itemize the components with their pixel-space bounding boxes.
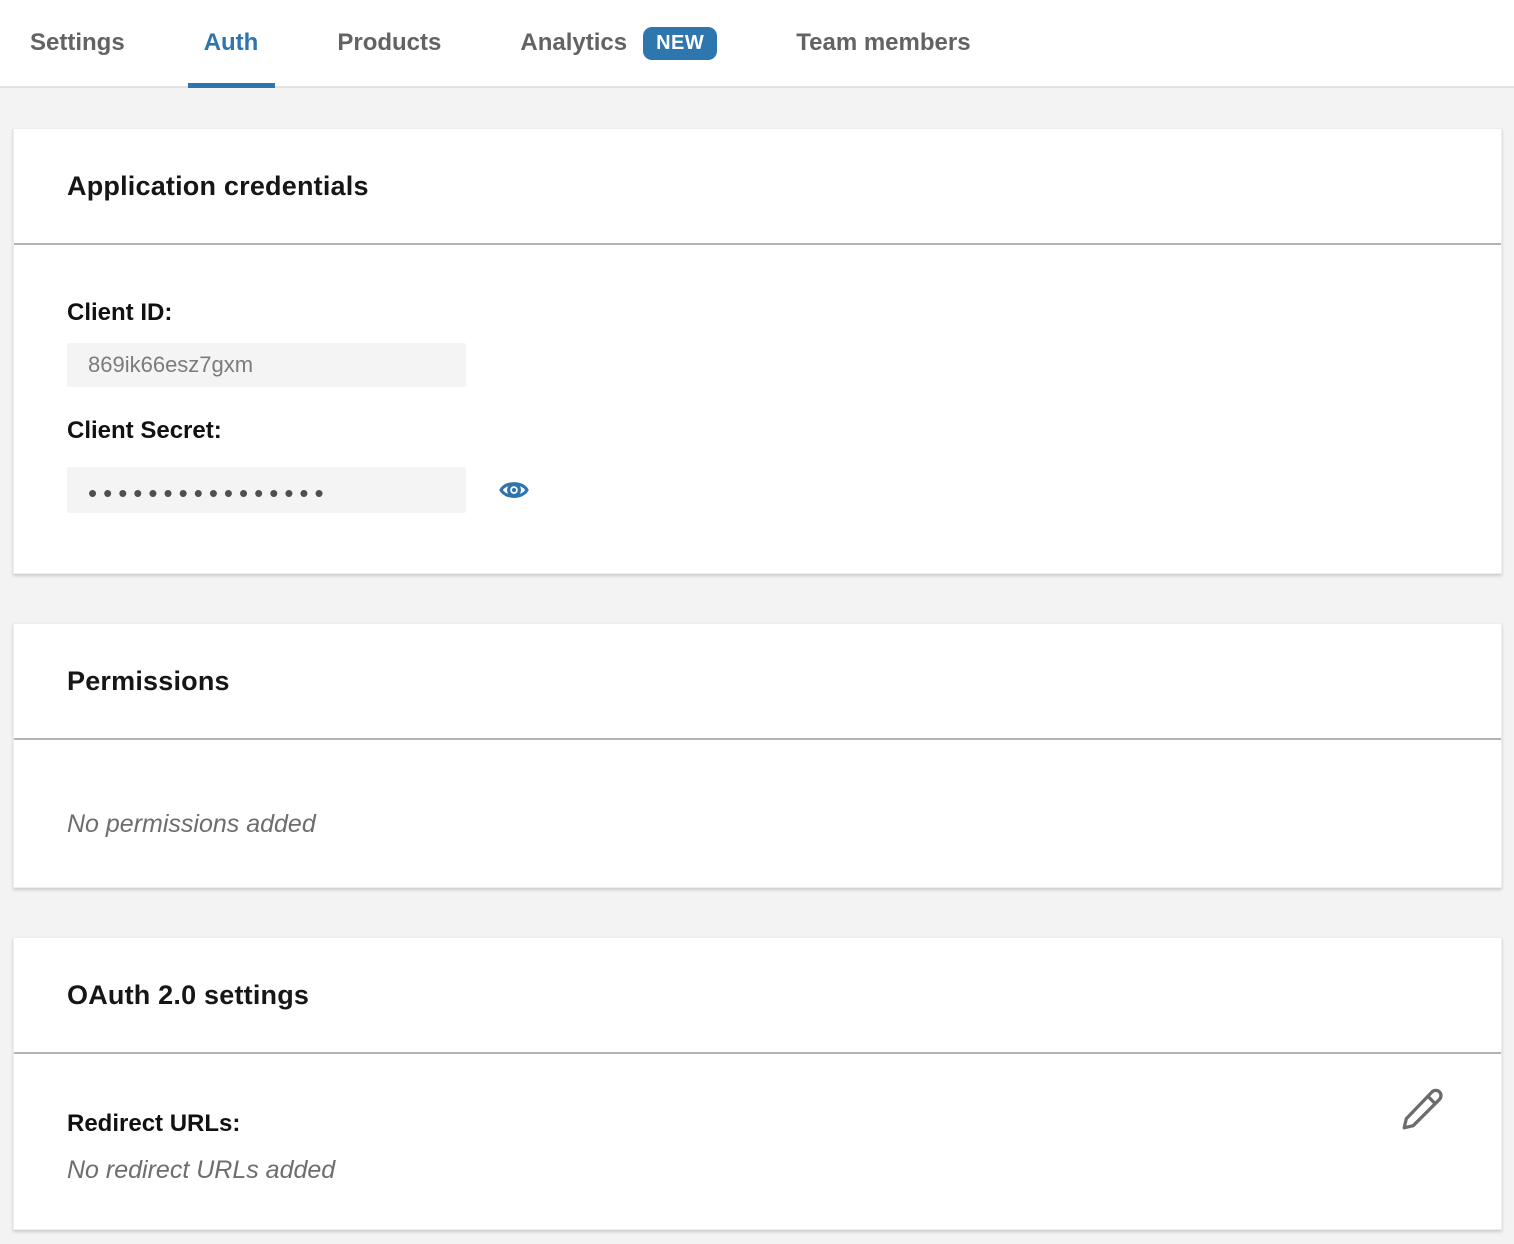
tab-auth[interactable]: Auth bbox=[204, 0, 259, 86]
client-id-label: Client ID: bbox=[67, 299, 1448, 327]
tab-products-label: Products bbox=[337, 29, 441, 57]
application-credentials-body: Client ID: 869ik66esz7gxm Client Secret:… bbox=[14, 245, 1501, 573]
tab-team-members[interactable]: Team members bbox=[796, 0, 970, 86]
tab-bar: Settings Auth Products Analytics NEW Tea… bbox=[0, 0, 1514, 88]
application-credentials-header: Application credentials bbox=[14, 129, 1501, 245]
eye-icon bbox=[498, 475, 530, 505]
oauth-settings-body: Redirect URLs: No redirect URLs added bbox=[14, 1054, 1501, 1229]
client-secret-value-box: •••••••••••••••• bbox=[67, 467, 466, 513]
tab-settings[interactable]: Settings bbox=[30, 0, 125, 86]
tab-analytics-label: Analytics bbox=[520, 29, 627, 57]
client-secret-masked-value: •••••••••••••••• bbox=[88, 478, 330, 509]
tab-analytics[interactable]: Analytics NEW bbox=[520, 0, 717, 86]
application-credentials-title: Application credentials bbox=[67, 171, 369, 202]
new-badge: NEW bbox=[643, 27, 717, 60]
redirect-urls-label: Redirect URLs: bbox=[67, 1110, 1448, 1138]
oauth-settings-card: OAuth 2.0 settings Redirect URLs: No red… bbox=[13, 937, 1502, 1230]
permissions-body: No permissions added bbox=[14, 740, 1501, 887]
no-permissions-text: No permissions added bbox=[67, 810, 1448, 839]
permissions-card: Permissions No permissions added bbox=[13, 623, 1502, 888]
tab-team-members-label: Team members bbox=[796, 29, 970, 57]
client-id-value: 869ik66esz7gxm bbox=[88, 352, 253, 378]
edit-redirect-urls-button[interactable] bbox=[1399, 1086, 1445, 1132]
client-id-value-box: 869ik66esz7gxm bbox=[67, 343, 466, 387]
no-redirect-urls-text: No redirect URLs added bbox=[67, 1156, 1448, 1185]
permissions-header: Permissions bbox=[14, 624, 1501, 740]
tab-settings-label: Settings bbox=[30, 29, 125, 57]
application-credentials-card: Application credentials Client ID: 869ik… bbox=[13, 128, 1502, 574]
tab-auth-label: Auth bbox=[204, 29, 259, 57]
tab-products[interactable]: Products bbox=[337, 0, 441, 86]
client-secret-row: •••••••••••••••• bbox=[67, 467, 1448, 513]
main-content: Application credentials Client ID: 869ik… bbox=[0, 88, 1514, 1230]
client-secret-label: Client Secret: bbox=[67, 417, 1448, 445]
oauth-settings-title: OAuth 2.0 settings bbox=[67, 980, 309, 1011]
pencil-icon bbox=[1399, 1086, 1445, 1132]
permissions-title: Permissions bbox=[67, 666, 230, 697]
oauth-settings-header: OAuth 2.0 settings bbox=[14, 938, 1501, 1054]
reveal-secret-button[interactable] bbox=[498, 475, 530, 505]
